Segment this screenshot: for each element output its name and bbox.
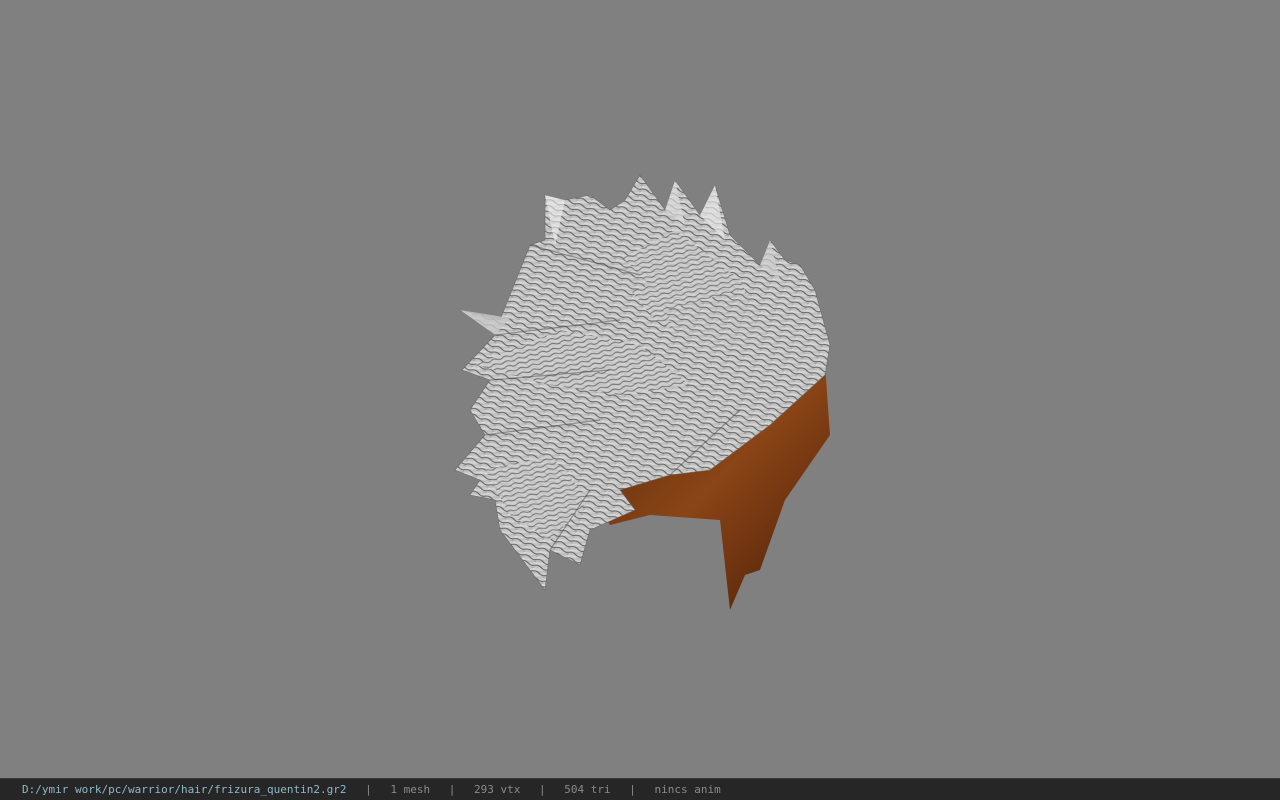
animation-status: nincs anim [654,783,721,796]
3d-viewport[interactable] [0,0,1280,778]
status-separator: | [365,783,372,796]
triangle-count: 504 tri [564,783,611,796]
status-separator: | [539,783,546,796]
vertex-count: 293 vtx [474,783,521,796]
status-separator: | [448,783,456,796]
mesh-count: 1 mesh [390,783,431,796]
status-separator: | [629,783,636,796]
status-bar: D:/ymir work/pc/warrior/hair/frizura_que… [0,778,1280,800]
model-file-path: D:/ymir work/pc/warrior/hair/frizura_que… [22,783,347,796]
hair-model-render [454,174,831,610]
